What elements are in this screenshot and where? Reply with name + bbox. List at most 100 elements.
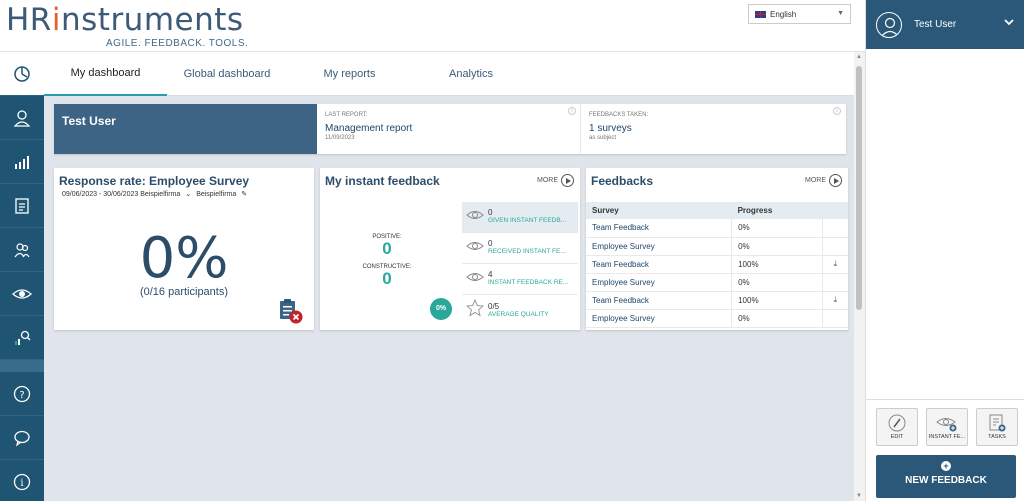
list-item[interactable]: 0 RECEIVED INSTANT FE... xyxy=(462,233,578,264)
nav-dashboard[interactable] xyxy=(0,52,44,96)
summary-card: Test User i LAST REPORT: Management repo… xyxy=(54,104,846,154)
table-row[interactable]: Employee Survey 0% xyxy=(586,237,848,256)
language-select[interactable]: English ▼ xyxy=(748,4,851,24)
help-icon: ? xyxy=(13,385,31,402)
table-row[interactable]: Employee Survey 0% xyxy=(586,309,848,328)
scrollbar[interactable]: ▲ ▼ xyxy=(854,52,865,501)
feedbacks-taken-sub: as subject xyxy=(589,135,617,141)
chat-icon xyxy=(14,430,30,446)
nav-chat[interactable] xyxy=(0,416,44,460)
instant-feedback-list: 0 GIVEN INSTANT FEEDB... 0 RECEIVED INSTAN… xyxy=(462,202,578,326)
left-nav: ? i xyxy=(0,52,44,501)
survey-name[interactable]: Team Feedback xyxy=(586,291,732,310)
survey-progress: 0% xyxy=(731,309,822,328)
table-row[interactable]: Team Feedback 100% ⤓ xyxy=(586,291,848,310)
date-range-select[interactable]: 09/06/2023 - 30/06/2023 Beispielfirma xyxy=(62,191,180,198)
empty-cell xyxy=(821,237,848,256)
constructive-stat: CONSTRUCTIVE: 0 xyxy=(362,264,412,288)
survey-name[interactable]: Team Feedback xyxy=(586,219,732,238)
feedbacks-taken-label: FEEDBACKS TAKEN: xyxy=(589,112,649,118)
list-item[interactable]: 4 INSTANT FEEDBACK RE... xyxy=(462,264,578,295)
bar-chart-icon xyxy=(15,155,29,169)
col-survey: Survey xyxy=(586,202,732,219)
tasks-button[interactable]: TASKS xyxy=(976,408,1018,446)
info-icon[interactable]: i xyxy=(568,107,576,115)
feedbacks-more-button[interactable]: MORE xyxy=(805,174,842,187)
analytics-icon xyxy=(15,330,31,345)
survey-name[interactable]: Employee Survey xyxy=(586,309,732,328)
clipboard-error-icon xyxy=(280,299,303,324)
survey-name[interactable]: Team Feedback xyxy=(586,255,732,274)
tab-global-dashboard[interactable]: Global dashboard xyxy=(167,52,287,96)
logo-text: HRinstruments xyxy=(6,2,244,38)
empty-cell xyxy=(821,309,848,328)
document-icon xyxy=(15,197,29,214)
table-row[interactable]: Employee Survey 0% xyxy=(586,273,848,292)
tab-my-reports[interactable]: My reports xyxy=(287,52,412,96)
instant-feedback-button[interactable]: INSTANT FE... xyxy=(926,408,968,446)
tab-analytics[interactable]: Analytics xyxy=(412,52,530,96)
chevron-down-icon xyxy=(1004,19,1014,26)
info-icon: i xyxy=(13,473,31,490)
nav-team[interactable] xyxy=(0,228,44,272)
download-icon[interactable]: ⤓ xyxy=(821,291,848,310)
uk-flag-icon xyxy=(755,10,766,18)
logo[interactable]: HRinstruments AGILE. FEEDBACK. TOOLS. xyxy=(6,2,248,49)
summary-feedbacks-taken: i FEEDBACKS TAKEN: 1 surveys as subject xyxy=(581,104,845,154)
response-rate-card: Response rate: Employee Survey 09/06/202… xyxy=(54,168,314,330)
info-icon[interactable]: i xyxy=(833,107,841,115)
scrollbar-thumb[interactable] xyxy=(856,66,862,310)
last-report-value[interactable]: Management report xyxy=(325,123,572,134)
nav-surveys[interactable] xyxy=(0,184,44,228)
nav-instant-feedback[interactable] xyxy=(0,272,44,316)
pencil-icon[interactable]: ✎ xyxy=(241,190,247,198)
survey-name[interactable]: Employee Survey xyxy=(586,273,732,292)
scroll-down-icon[interactable]: ▼ xyxy=(856,493,862,499)
feedbacks-table-body: Team Feedback 0% Employee Survey 0% Team Fee… xyxy=(586,219,848,328)
tab-my-dashboard[interactable]: My dashboard xyxy=(44,52,167,96)
list-item[interactable]: 0/5 AVERAGE QUALITY xyxy=(462,295,578,326)
nav-divider xyxy=(0,360,44,372)
survey-name[interactable]: Employee Survey xyxy=(586,237,732,256)
chevron-down-icon: ▼ xyxy=(837,10,844,17)
nav-help[interactable]: ? xyxy=(0,372,44,416)
instant-feedback-more-button[interactable]: MORE xyxy=(537,174,574,187)
play-circle-icon xyxy=(829,174,842,187)
divider xyxy=(866,399,1024,400)
user-menu[interactable]: Test User xyxy=(866,0,1024,49)
survey-progress: 100% xyxy=(731,291,822,310)
header: HRinstruments AGILE. FEEDBACK. TOOLS. En… xyxy=(0,0,865,52)
summary-user-name: Test User xyxy=(54,104,317,154)
right-panel: Test User EDIT INSTANT FE... TASKS + NEW… xyxy=(865,0,1024,501)
new-feedback-button[interactable]: + NEW FEEDBACK xyxy=(876,455,1016,498)
nav-info[interactable]: i xyxy=(0,460,44,501)
response-rate-percent: 0% xyxy=(139,226,229,291)
tasks-icon xyxy=(989,414,1006,432)
last-report-label: LAST REPORT: xyxy=(325,112,368,118)
download-icon[interactable]: ⤓ xyxy=(821,255,848,274)
nav-analytics[interactable] xyxy=(0,316,44,360)
table-header-row: Survey Progress xyxy=(586,202,848,219)
survey-progress: 100% xyxy=(731,255,822,274)
instant-feedback-card: My instant feedback MORE POSITIVE: 0 CON… xyxy=(320,168,580,330)
scroll-up-icon[interactable]: ▲ xyxy=(856,54,862,60)
nav-profile[interactable] xyxy=(0,96,44,140)
summary-last-report: i LAST REPORT: Management report 11/09/2… xyxy=(317,104,581,154)
star-icon xyxy=(465,298,488,322)
list-item[interactable]: 0 GIVEN INSTANT FEEDB... xyxy=(462,202,578,233)
col-download xyxy=(822,202,848,219)
svg-text:i: i xyxy=(20,478,23,489)
dashboard-icon xyxy=(14,65,30,82)
chevron-down-icon[interactable]: ⌄ xyxy=(185,190,191,198)
nav-reports[interactable] xyxy=(0,140,44,184)
col-progress: Progress xyxy=(731,202,822,219)
table-row[interactable]: Team Feedback 100% ⤓ xyxy=(586,255,848,274)
response-rate-participants: (0/16 participants) xyxy=(139,286,229,298)
feedbacks-taken-value: 1 surveys xyxy=(589,123,632,134)
table-row[interactable]: Team Feedback 0% xyxy=(586,219,848,238)
edit-button[interactable]: EDIT xyxy=(876,408,918,446)
eye-icon xyxy=(466,270,488,288)
survey-progress: 0% xyxy=(731,219,822,238)
user-name: Test User xyxy=(914,19,957,30)
eye-plus-icon xyxy=(936,418,957,432)
